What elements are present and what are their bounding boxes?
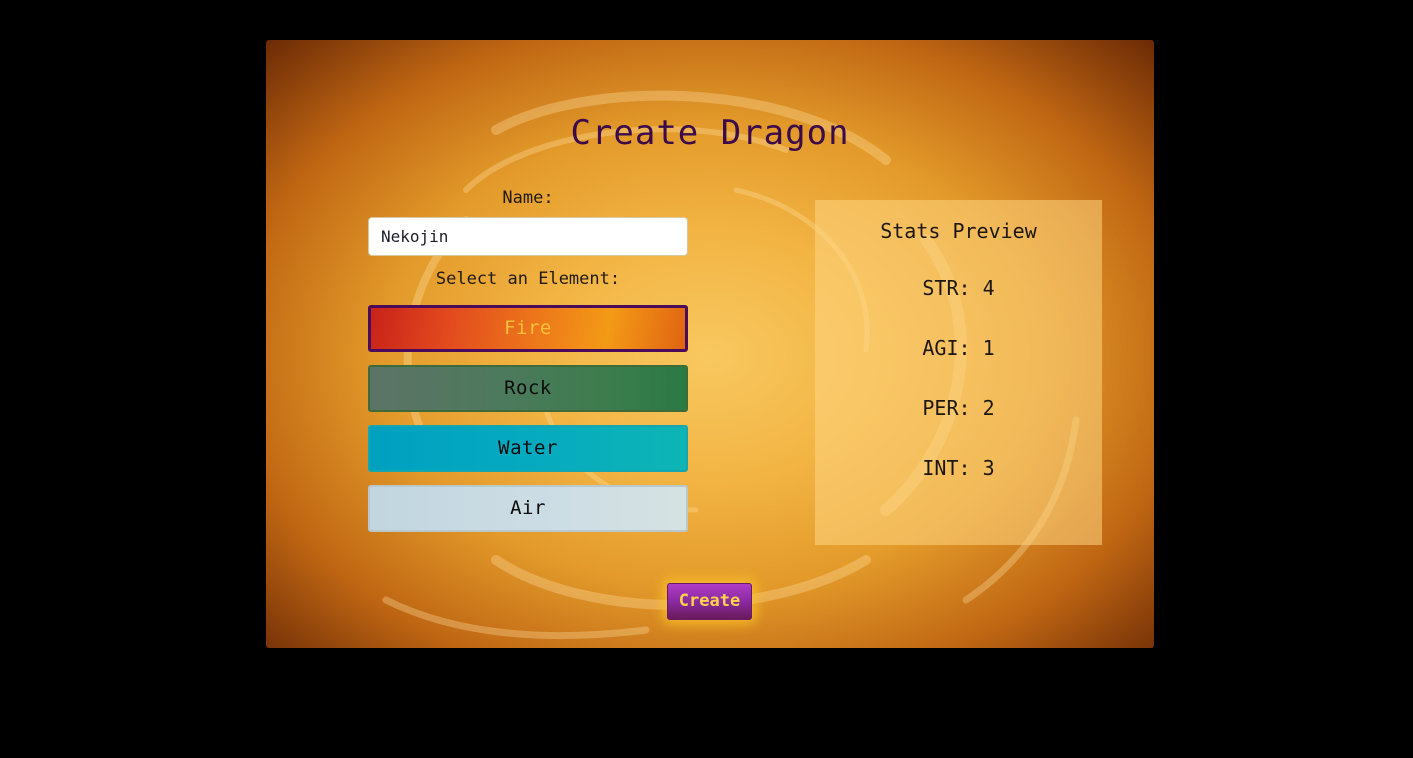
element-fire-button[interactable]: Fire: [368, 305, 688, 352]
create-dragon-panel: Create Dragon Name: Select an Element: F…: [266, 40, 1154, 648]
stat-str: STR: 4: [922, 276, 995, 300]
stat-agi: AGI: 1: [922, 336, 995, 360]
name-label: Name:: [502, 188, 554, 208]
stats-preview-panel: Stats Preview STR: 4 AGI: 1 PER: 2 INT: …: [815, 200, 1102, 545]
dragon-name-input[interactable]: [368, 217, 688, 256]
create-button[interactable]: Create: [667, 583, 752, 620]
stat-int: INT: 3: [922, 456, 995, 480]
element-air-button[interactable]: Air: [368, 485, 688, 532]
stats-preview-title: Stats Preview: [880, 219, 1037, 243]
stat-per: PER: 2: [922, 396, 995, 420]
element-water-button[interactable]: Water: [368, 425, 688, 472]
page-title: Create Dragon: [570, 113, 850, 153]
element-label: Select an Element:: [435, 269, 621, 289]
element-rock-button[interactable]: Rock: [368, 365, 688, 412]
